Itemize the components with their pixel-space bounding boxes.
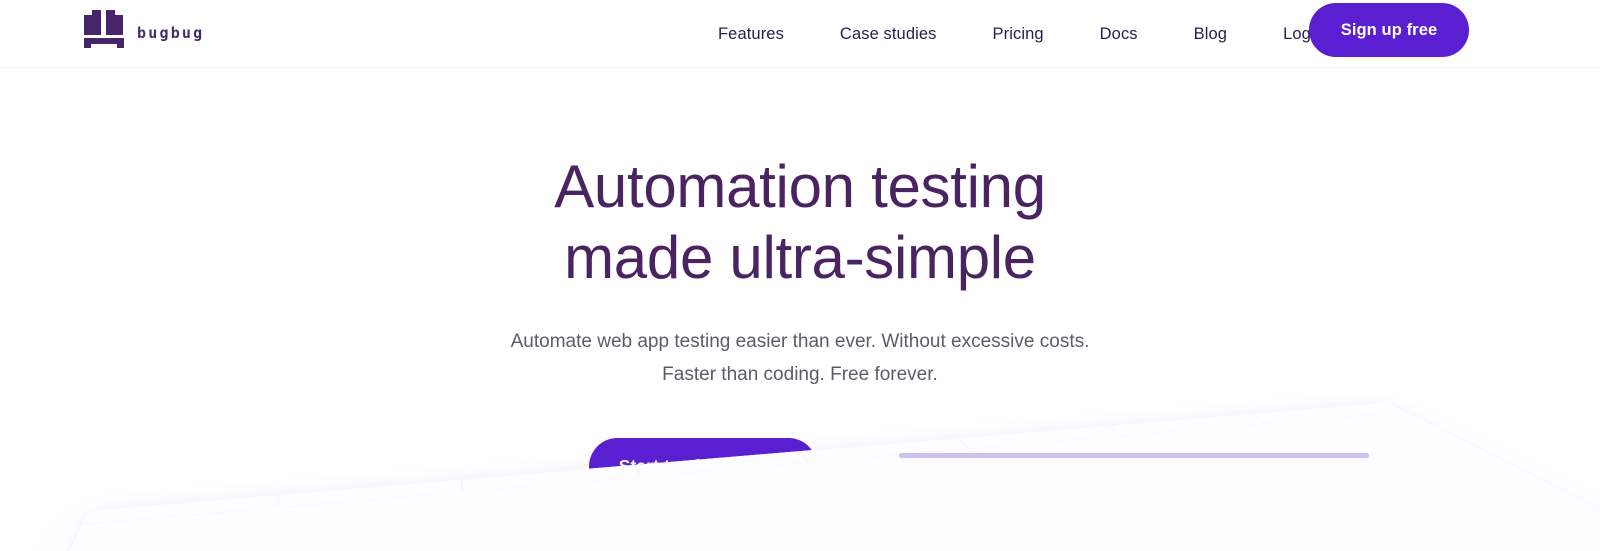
hero-heading: Automation testing made ultra-simple: [0, 151, 1600, 293]
bugbug-pixel-smiley-logo: [84, 10, 128, 48]
watch-video-label: Watch Video: [905, 456, 1011, 476]
nav-item-blog[interactable]: Blog: [1166, 0, 1255, 68]
hero-subtitle-line-1: Automate web app testing easier than eve…: [510, 331, 1090, 352]
preview-toolbar-cell: [1107, 413, 1268, 436]
preview-toolbar-cell: [1251, 402, 1407, 424]
nav-item-docs[interactable]: Docs: [1072, 0, 1166, 68]
nav-item-features[interactable]: Features: [690, 0, 812, 68]
play-video-icon: [874, 456, 896, 477]
hero-heading-line-1: Automation testing: [554, 153, 1046, 220]
hero-subtitle: Automate web app testing easier than eve…: [0, 325, 1600, 391]
site-header: bugbug Features Case studies Pricing Doc…: [0, 0, 1600, 68]
nav-item-case-studies[interactable]: Case studies: [812, 0, 965, 68]
brand-logo-link[interactable]: bugbug: [84, 10, 204, 48]
brand-wordmark: bugbug: [137, 24, 205, 42]
nav-item-pricing[interactable]: Pricing: [965, 0, 1072, 68]
hero-section: Automation testing made ultra-simple Aut…: [0, 68, 1600, 551]
watch-video-link[interactable]: Watch Video: [874, 456, 1010, 477]
hero-subtitle-line-2: Faster than coding. Free forever.: [662, 364, 938, 385]
hero-cta-group: Start testing for free Watch Video: [0, 438, 1600, 495]
primary-navigation: Features Case studies Pricing Docs Blog …: [690, 0, 1352, 68]
hero-heading-line-2: made ultra-simple: [564, 224, 1036, 291]
start-testing-for-free-button[interactable]: Start testing for free: [589, 438, 818, 495]
preview-toolbar-cell: [81, 494, 280, 525]
landing-page: bugbug Features Case studies Pricing Doc…: [0, 0, 1600, 551]
sign-up-free-button[interactable]: Sign up free: [1309, 3, 1469, 57]
